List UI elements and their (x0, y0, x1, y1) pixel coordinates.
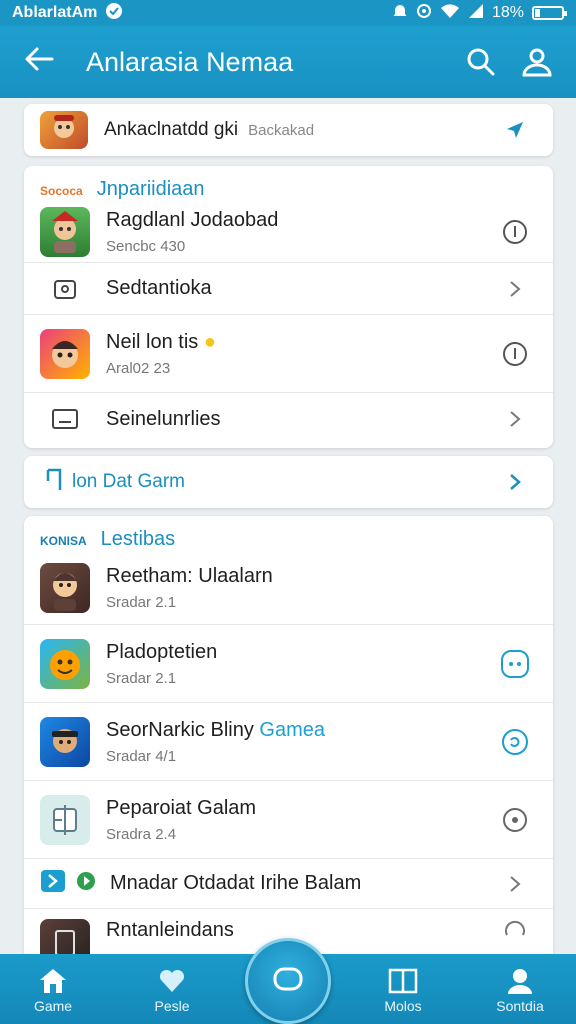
item-title-accent: Gamea (259, 718, 325, 741)
status-bar: AblarlatAm 18% (0, 0, 576, 26)
bookmark-icon (44, 467, 64, 498)
nav-label: Sontdia (496, 998, 544, 1014)
book-icon (358, 964, 448, 998)
item-title: Mnadar Otdadat Irihe Balam (110, 872, 362, 894)
nav-label: Game (33, 998, 73, 1014)
play-icon (76, 871, 96, 896)
item-subtitle: Aral02 23 (106, 359, 171, 377)
account-icon[interactable] (520, 45, 554, 79)
chevron-right-icon (495, 280, 535, 298)
game-thumbnail (40, 638, 90, 689)
sync-icon (416, 3, 432, 24)
game-thumbnail (40, 919, 90, 954)
record-icon[interactable] (495, 806, 535, 834)
list-item[interactable]: Seinelunrlies (24, 393, 553, 445)
item-title: Peparoiat Galam (106, 796, 257, 819)
info-icon[interactable] (495, 218, 535, 246)
item-subtitle: Sradar 4/1 (106, 747, 177, 765)
item-subtitle: Sencbc 430 (106, 237, 186, 255)
camera-icon (273, 966, 303, 997)
search-icon[interactable] (464, 45, 498, 79)
section-title: Jnpariidiaan (96, 178, 205, 200)
app-bar: Anlarasia Nemaa (0, 26, 576, 98)
game-thumbnail (40, 328, 90, 379)
item-title: Pladoptetien (106, 640, 218, 663)
status-app-name: AblarlatAm (12, 4, 98, 21)
forward-icon (40, 869, 66, 898)
link-card[interactable]: lon Dat Garm (24, 456, 553, 508)
game-thumbnail (40, 562, 90, 613)
circle-action-icon[interactable] (495, 727, 535, 757)
page-title: Anlarasia Nemaa (86, 46, 294, 77)
nav-item-game[interactable]: Game (8, 964, 98, 1014)
center-action-button[interactable] (245, 938, 331, 1024)
item-subtitle: Sradar 2.1 (106, 593, 177, 611)
item-title: Neil lon tis (106, 330, 199, 353)
search-card[interactable]: Ankaclnatdd gki Backakad (24, 104, 553, 156)
item-title: Sedtantioka (106, 277, 212, 299)
list-item[interactable]: Peparoiat Galam Sradra 2.4 (24, 781, 553, 859)
item-title: Rntanleindans (106, 919, 234, 941)
list-item[interactable]: SeorNarkic Bliny Gamea Sradar 4/1 (24, 703, 553, 781)
wifi-icon (440, 3, 460, 24)
item-title: Reetham: Ulaalarn (106, 564, 273, 587)
list-item[interactable]: Mnadar Otdadat Irihe Balam (24, 859, 553, 909)
link-label: lon Dat Garm (72, 471, 185, 492)
item-subtitle: Sradra 2.4 (106, 825, 177, 843)
list-item[interactable]: Neil lon tis ● Aral02 23 (24, 315, 553, 393)
item-title: SeorNarkic Bliny (106, 718, 254, 741)
nav-label: Molos (384, 998, 422, 1014)
section-tag: KONISA (40, 534, 87, 548)
chevron-right-icon (495, 410, 535, 428)
item-title: Seinelunrlies (106, 407, 221, 430)
alarm-icon (392, 3, 408, 24)
battery-percent: 18% (491, 4, 524, 21)
chevron-right-icon (495, 875, 535, 893)
profile-icon (475, 964, 565, 998)
nav-item-molos[interactable]: Molos (358, 964, 448, 1014)
main-content: Ankaclnatdd gki Backakad Sococa Jnpariid… (0, 98, 576, 954)
section-tag: Sococa (40, 184, 83, 198)
home-icon (8, 964, 98, 998)
game-thumbnail (40, 794, 90, 845)
chevron-right-icon (495, 473, 535, 491)
item-subtitle: Sradar 2.1 (106, 669, 177, 687)
back-arrow-icon[interactable] (24, 46, 54, 78)
photo-icon (40, 276, 90, 302)
hand-wave-icon: ● (203, 330, 216, 353)
search-label: Ankaclnatdd gki (104, 119, 239, 140)
signal-icon (468, 3, 484, 24)
section-title: Lestibas (100, 528, 176, 550)
info-icon[interactable] (495, 340, 535, 368)
navigate-icon[interactable] (495, 120, 535, 140)
nav-label: Pesle (154, 998, 190, 1014)
heart-icon (127, 964, 217, 998)
nav-item-sontdia[interactable]: Sontdia (475, 964, 565, 1014)
battery-icon (532, 6, 567, 20)
list-item[interactable]: Sedtantioka (24, 263, 553, 315)
battery-level-fill (535, 9, 541, 17)
screen-icon (40, 407, 90, 431)
nav-item-pesle[interactable]: Pesle (127, 964, 217, 1014)
search-hint: Backakad (248, 122, 315, 139)
controller-icon[interactable] (495, 649, 535, 679)
item-title: Ragdlanl Jodaobad (106, 208, 279, 231)
game-thumbnail (40, 111, 88, 149)
list-item[interactable]: Pladoptetien Sradar 2.1 (24, 625, 553, 703)
game-thumbnail (40, 206, 90, 257)
game-thumbnail (40, 716, 90, 767)
loading-icon (495, 919, 535, 943)
list-item[interactable]: Reetham: Ulaalarn Sradar 2.1 (24, 551, 553, 625)
section-card-1: Sococa Jnpariidiaan Ragdlanl Jodaobad Se… (24, 166, 553, 448)
section-card-2: KONISA Lestibas Reetham: Ulaalarn Sradar… (24, 516, 553, 954)
notification-icon (105, 2, 123, 25)
list-item[interactable]: Ragdlanl Jodaobad Sencbc 430 (24, 201, 553, 263)
